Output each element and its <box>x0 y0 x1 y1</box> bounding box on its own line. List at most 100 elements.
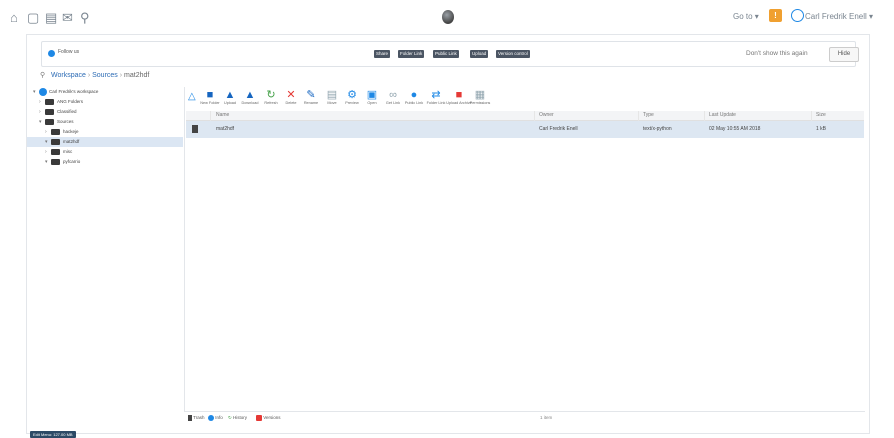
folder-icon <box>45 98 54 105</box>
grid-header: Name Owner Type Last Update Size <box>186 111 864 121</box>
column-size[interactable]: Size <box>816 112 826 118</box>
pill-folder-link[interactable]: Folder Link <box>398 50 425 58</box>
tree-item-label: Classified <box>57 109 77 114</box>
user-menu[interactable]: Carl Fredrik Enell ▾ <box>805 12 873 21</box>
folder-icon <box>51 138 60 145</box>
table-row[interactable]: mat2hdf Carl Fredrik Enell text/x-python… <box>186 121 864 138</box>
tree-item-label: ANG Folders <box>57 99 84 104</box>
tree-item-sources[interactable]: ▾ Sources <box>39 117 74 127</box>
cell-last-update: 02 May 10:55 AM 2018 <box>709 126 761 132</box>
tree-item-label: hackeje <box>63 129 79 134</box>
upload-icon: ▲ <box>224 89 236 101</box>
move-icon: ▤ <box>326 89 338 101</box>
folder-icon <box>51 148 60 155</box>
breadcrumb: ⚲ Workspace › Sources › mat2hdf <box>40 72 150 79</box>
file-pane: △ ■ New Folder ▲ Upload ▲ Download ↻ Refresh ✕ De… <box>184 87 866 411</box>
archive-icon: ■ <box>455 89 463 101</box>
tree-item-hackeje[interactable]: › hackeje <box>45 127 79 137</box>
folder-icon <box>51 158 60 165</box>
notification-badge[interactable]: ! <box>769 9 782 22</box>
rename-button[interactable]: ✎ Rename <box>300 89 322 109</box>
notice-text: Follow us <box>58 49 80 55</box>
public-link-button[interactable]: ● Public Link <box>403 89 425 109</box>
home-icon[interactable]: ⌂ <box>10 11 18 24</box>
hide-button[interactable]: Hide <box>829 47 859 62</box>
cell-type: text/x-python <box>643 126 672 132</box>
upload-archive-button[interactable]: ■ Upload Archive <box>446 89 472 109</box>
item-count: 1 item <box>540 415 553 420</box>
storage-badge: Edit Menu: 127.00 MB <box>30 431 76 438</box>
tree-item-label: mat2hdf <box>63 139 80 144</box>
goto-label: Go to <box>733 12 753 21</box>
status-label: Trash <box>193 415 205 421</box>
rename-icon: ✎ <box>306 89 316 101</box>
mail-icon[interactable]: ✉ <box>62 11 73 24</box>
column-last-update[interactable]: Last Update <box>709 112 736 118</box>
main-frame: Follow us Share Folder Link Public Link … <box>26 34 870 434</box>
user-avatar-icon[interactable] <box>791 9 804 22</box>
history-icon: ↻ <box>228 415 232 420</box>
open-button[interactable]: ▣ Open <box>361 89 383 109</box>
cell-size: 1 kB <box>816 126 827 132</box>
cell-name: mat2hdf <box>216 126 235 132</box>
folder-icon[interactable]: ▢ <box>27 11 39 24</box>
pill-public-link[interactable]: Public Link <box>433 50 459 58</box>
folder-icon <box>45 118 54 125</box>
tree-item-workspace[interactable]: ▾ Carl Fredrik's workspace <box>33 87 98 97</box>
open-icon: ▣ <box>366 89 378 101</box>
tree-item-pyfcarrio[interactable]: ▾ pyfcarrio <box>45 157 80 167</box>
move-button[interactable]: ▤ Move <box>321 89 343 109</box>
new-folder-button[interactable]: ■ New Folder <box>199 89 221 109</box>
files-icon[interactable]: ▤ <box>45 11 57 24</box>
column-type[interactable]: Type <box>643 112 654 118</box>
permissions-icon: ▦ <box>474 89 486 101</box>
preview-icon: ⚙ <box>347 89 357 101</box>
status-label: History <box>233 415 248 420</box>
versions-icon <box>256 415 262 421</box>
notice-bar: Follow us Share Folder Link Public Link … <box>41 41 859 67</box>
tree-item-label: Sources <box>57 119 74 124</box>
goto-menu[interactable]: Go to ▾ <box>733 12 759 21</box>
refresh-button[interactable]: ↻ Refresh <box>260 89 282 109</box>
tree-item-ang-folders[interactable]: › ANG Folders <box>39 97 83 107</box>
status-label: Versions <box>263 415 281 421</box>
download-icon: ▲ <box>244 89 256 101</box>
tree-item-misc[interactable]: › misc <box>45 147 72 157</box>
breadcrumb-sources[interactable]: Sources <box>92 72 118 79</box>
breadcrumb-workspace[interactable]: Workspace <box>51 72 86 79</box>
preview-button[interactable]: ⚙ Preview <box>341 89 363 109</box>
upload-button[interactable]: ▲ Upload <box>219 89 241 109</box>
cell-owner: Carl Fredrik Enell <box>539 126 578 132</box>
user-label: Carl Fredrik Enell <box>805 12 867 21</box>
folder-icon <box>51 128 60 135</box>
pill-share[interactable]: Share <box>374 50 391 58</box>
pill-upload[interactable]: Upload <box>470 50 489 58</box>
permissions-button[interactable]: ▦ Permissions <box>469 89 491 109</box>
search-icon[interactable]: ⚲ <box>80 11 90 24</box>
new-folder-icon: ■ <box>206 89 214 101</box>
search-icon[interactable]: ⚲ <box>40 72 45 79</box>
folder-link-button[interactable]: ⇄ Folder Link <box>425 89 447 109</box>
globe-icon: ● <box>410 89 418 101</box>
download-button[interactable]: ▲ Download <box>239 89 261 109</box>
trash-icon <box>188 415 192 421</box>
status-label: Info <box>215 415 223 421</box>
tree-item-mat2hdf[interactable]: ▾ mat2hdf <box>27 137 183 147</box>
workspace-icon <box>39 87 47 96</box>
app-logo <box>442 10 454 24</box>
tree-item-classified[interactable]: › Classified <box>39 107 77 117</box>
pill-version-control[interactable]: Version control <box>496 50 530 58</box>
get-link-button[interactable]: ∞ Get Link <box>382 89 404 109</box>
status-history[interactable]: ↻ History <box>228 415 247 421</box>
info-icon <box>208 415 214 421</box>
status-trash[interactable]: Trash <box>188 415 205 421</box>
tree-item-label: misc <box>63 149 73 154</box>
delete-button[interactable]: ✕ Delete <box>280 89 302 109</box>
column-name[interactable]: Name <box>216 112 229 118</box>
dont-show-link[interactable]: Don't show this again <box>746 50 808 57</box>
status-versions[interactable]: Versions <box>256 415 281 421</box>
tree-item-label: pyfcarrio <box>63 159 81 164</box>
column-owner[interactable]: Owner <box>539 112 554 118</box>
status-info[interactable]: Info <box>208 415 223 421</box>
refresh-icon: ↻ <box>266 89 276 101</box>
